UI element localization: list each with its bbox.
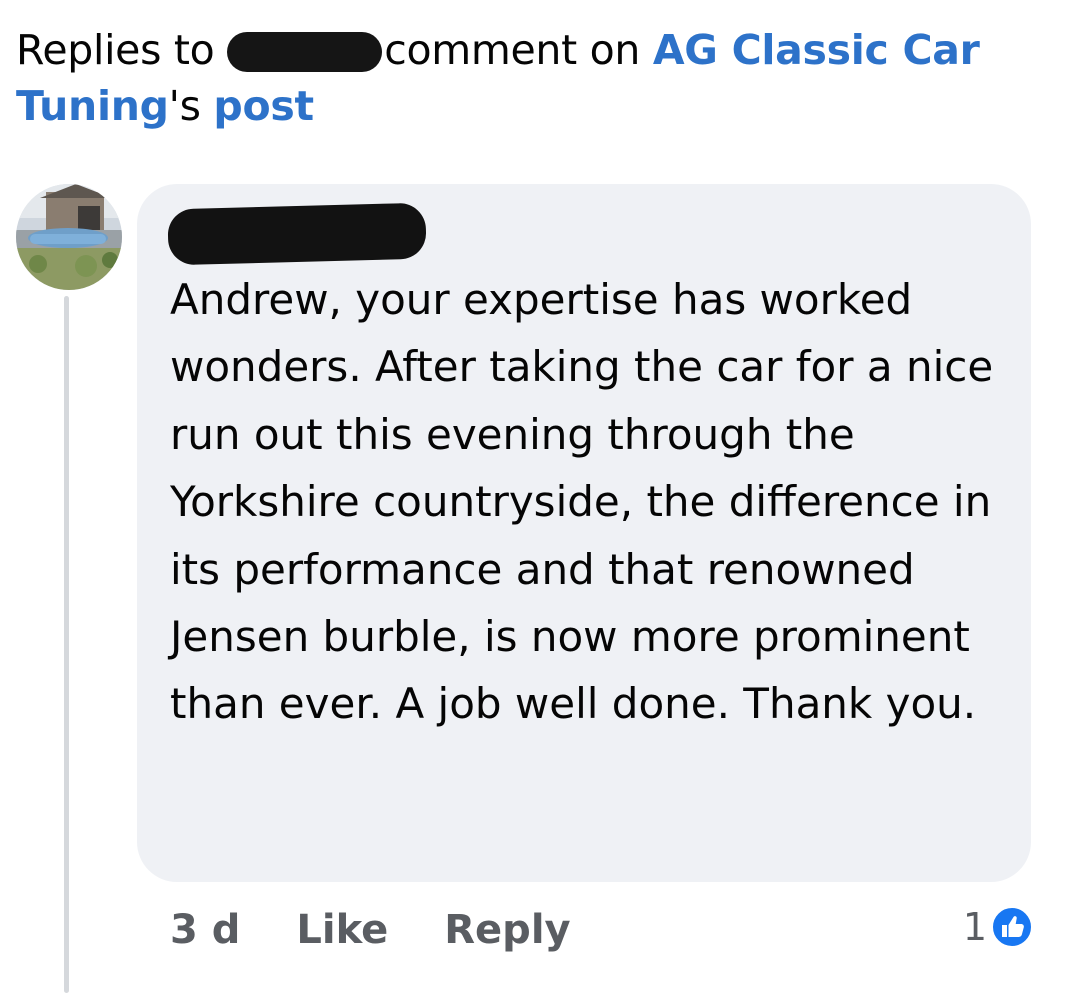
thread-line [64,296,69,993]
redacted-commenter-name [227,32,383,72]
header-prefix: Replies to [16,26,215,74]
comment-timestamp[interactable]: 3 d [170,907,240,953]
header-possessive: 's [168,82,201,130]
thumbs-up-icon [991,906,1033,948]
reaction-count: 1 [962,905,987,949]
reply-button[interactable]: Reply [444,907,570,953]
avatar-image [16,184,122,290]
page-name-line2[interactable]: Tuning [16,82,169,130]
header-suffix: comment on [384,26,641,74]
page-name-line1[interactable]: AG Classic Car [653,26,980,74]
comment-actions: 3 d Like Reply [170,900,571,960]
replies-header: Replies to comment on AG Classic Car Tuni… [16,22,1016,134]
comment-text: Andrew, your expertise has worked wonder… [170,275,994,729]
like-button[interactable]: Like [296,907,388,953]
reaction-summary[interactable]: 1 [963,902,1033,952]
redacted-author-name [167,202,427,266]
avatar[interactable] [16,184,122,290]
post-link[interactable]: post [213,82,314,130]
